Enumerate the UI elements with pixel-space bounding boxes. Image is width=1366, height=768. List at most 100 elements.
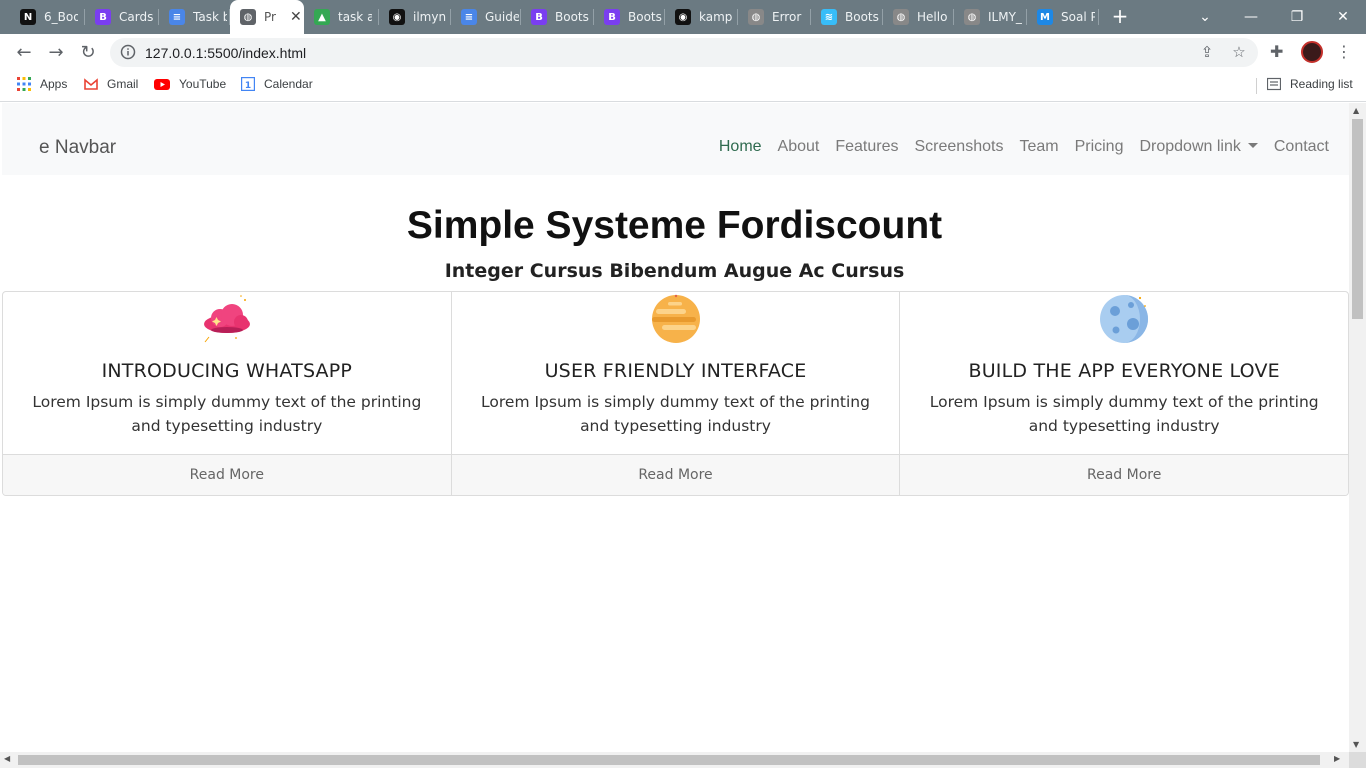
tab-title: Guide bbox=[485, 10, 519, 24]
tab-title: ILMY_ bbox=[988, 10, 1022, 24]
nav-link-features[interactable]: Features bbox=[835, 138, 898, 156]
horizontal-scroll-thumb[interactable] bbox=[18, 755, 1320, 765]
tab-title: Soal P bbox=[1061, 10, 1095, 24]
tab-favicon-icon: ≡ bbox=[169, 9, 185, 25]
browser-tab[interactable]: ◍ Error bbox=[738, 0, 811, 34]
page-viewport: e Navbar Home About Features Screenshots Tea… bbox=[0, 103, 1349, 752]
scroll-left-arrow-icon[interactable]: ◀ bbox=[4, 754, 10, 763]
bookmark-label: Gmail bbox=[107, 77, 139, 91]
nav-link-pricing[interactable]: Pricing bbox=[1075, 138, 1124, 156]
bookmark-calendar[interactable]: 1 Calendar bbox=[241, 77, 313, 91]
horizontal-scrollbar[interactable]: ◀ ▶ bbox=[0, 752, 1349, 768]
nav-link-label: Features bbox=[835, 138, 899, 155]
card-text: Lorem Ipsum is simply dummy text of the … bbox=[32, 393, 422, 435]
vertical-scrollbar[interactable]: ▲ ▼ bbox=[1349, 103, 1366, 752]
browser-tab[interactable]: ▲ task a bbox=[304, 0, 379, 34]
browser-tab[interactable]: ≡ Task b bbox=[159, 0, 230, 34]
site-info-icon[interactable] bbox=[120, 44, 136, 60]
hero-title: Simple Systeme Fordiscount bbox=[406, 204, 943, 247]
bookmark-gmail[interactable]: Gmail bbox=[84, 77, 138, 91]
bookmark-label: YouTube bbox=[179, 77, 227, 91]
nav-link-about[interactable]: About bbox=[778, 138, 820, 156]
back-button[interactable]: ← bbox=[12, 40, 36, 64]
browser-tab[interactable]: B Boots bbox=[594, 0, 665, 34]
browser-tab[interactable]: N 6_Boo bbox=[10, 0, 85, 34]
reload-button[interactable]: ↻ bbox=[76, 40, 100, 64]
browser-tab[interactable]: ◍ Hello bbox=[883, 0, 954, 34]
navbar-brand[interactable]: e Navbar bbox=[39, 137, 116, 159]
tab-favicon-icon: B bbox=[531, 9, 547, 25]
tab-title: ilmyn bbox=[413, 10, 447, 24]
nav-link-label: Screenshots bbox=[914, 138, 1004, 155]
share-icon[interactable]: ⇪ bbox=[1198, 43, 1216, 61]
tab-search-icon[interactable]: ⌄ bbox=[1182, 0, 1228, 34]
nav-link-dropdown-link[interactable]: Dropdown link bbox=[1139, 138, 1258, 156]
bookmark-youtube[interactable]: YouTube bbox=[154, 77, 226, 91]
menu-icon[interactable]: ⋮ bbox=[1336, 42, 1352, 61]
navbar-links: Home About Features Screenshots Team Pricing D… bbox=[703, 138, 1329, 156]
nav-link-contact[interactable]: Contact bbox=[1274, 138, 1329, 156]
card-text: Lorem Ipsum is simply dummy text of the … bbox=[481, 393, 870, 435]
forward-button[interactable]: → bbox=[44, 40, 68, 64]
tab-favicon-icon: ≋ bbox=[821, 9, 837, 25]
card-footer-read-more[interactable]: Read More bbox=[451, 454, 900, 495]
browser-tab[interactable]: B Cards bbox=[85, 0, 159, 34]
card-whatsapp: INTRODUCING WHATSAPP Lorem Ipsum is simp… bbox=[3, 292, 452, 495]
nav-link-label: Dropdown link bbox=[1139, 138, 1241, 155]
bookmark-apps[interactable]: Apps bbox=[17, 77, 67, 91]
profile-avatar[interactable] bbox=[1301, 41, 1323, 63]
card-text: Lorem Ipsum is simply dummy text of the … bbox=[929, 393, 1319, 435]
card-title: BUILD THE APP EVERYONE LOVE bbox=[968, 360, 1280, 382]
browser-tab[interactable]: ≡ Guide bbox=[451, 0, 521, 34]
close-tab-icon[interactable]: ✕ bbox=[290, 9, 302, 25]
scroll-right-arrow-icon[interactable]: ▶ bbox=[1334, 754, 1340, 763]
new-tab-button[interactable]: + bbox=[1109, 4, 1131, 28]
reading-list-label: Reading list bbox=[1290, 77, 1353, 91]
browser-tab[interactable]: ◉ ilmyn bbox=[379, 0, 451, 34]
pink-cloud-icon bbox=[203, 295, 250, 343]
browser-tab[interactable]: ◍ ILMY_ bbox=[954, 0, 1027, 34]
browser-tab[interactable]: M Soal P bbox=[1027, 0, 1099, 34]
restore-button[interactable]: ❐ bbox=[1274, 0, 1320, 34]
tab-favicon-icon: ◍ bbox=[240, 9, 256, 25]
scroll-up-arrow-icon[interactable]: ▲ bbox=[1353, 106, 1359, 115]
browser-tab[interactable]: ◍ Pr ✕ bbox=[230, 0, 304, 34]
svg-text:1: 1 bbox=[245, 81, 251, 91]
browser-tab[interactable]: ≋ Boots bbox=[811, 0, 883, 34]
card-title: INTRODUCING WHATSAPP bbox=[101, 360, 353, 382]
reading-list-button[interactable]: Reading list bbox=[1267, 77, 1353, 91]
card-build-app: BUILD THE APP EVERYONE LOVE Lorem Ipsum … bbox=[900, 292, 1348, 495]
blue-moon-icon bbox=[1100, 295, 1149, 343]
close-window-button[interactable]: ✕ bbox=[1320, 0, 1366, 34]
nav-link-label: Contact bbox=[1273, 138, 1329, 155]
tab-title: 6_Boo bbox=[44, 10, 78, 24]
nav-link-team[interactable]: Team bbox=[1019, 138, 1058, 156]
card-footer-read-more[interactable]: Read More bbox=[900, 454, 1348, 495]
tab-favicon-icon: ≡ bbox=[461, 9, 477, 25]
tab-favicon-icon: B bbox=[604, 9, 620, 25]
tab-title: Cards bbox=[119, 10, 153, 24]
nav-link-home[interactable]: Home bbox=[719, 138, 762, 156]
address-bar[interactable]: 127.0.0.1:5500/index.html ⇪ ☆ bbox=[110, 38, 1258, 67]
card-footer-read-more[interactable]: Read More bbox=[3, 454, 451, 495]
vertical-scroll-thumb[interactable] bbox=[1352, 119, 1363, 319]
browser-tab[interactable]: B Boots bbox=[521, 0, 594, 34]
nav-link-label: About bbox=[777, 138, 820, 155]
bookmark-label: Apps bbox=[40, 77, 68, 91]
tab-title: kamp bbox=[699, 10, 733, 24]
extensions-icon[interactable]: ✚ bbox=[1270, 42, 1283, 61]
minimize-button[interactable]: — bbox=[1228, 0, 1274, 34]
bookmark-star-icon[interactable]: ☆ bbox=[1230, 43, 1248, 61]
url-text[interactable]: 127.0.0.1:5500/index.html bbox=[145, 45, 306, 61]
reading-list-icon bbox=[1267, 77, 1281, 91]
bookmark-label: Calendar bbox=[264, 77, 313, 91]
browser-tab[interactable]: ◉ kamp bbox=[665, 0, 738, 34]
tab-favicon-icon: B bbox=[95, 9, 111, 25]
nav-link-label: Team bbox=[1019, 138, 1059, 155]
gmail-icon bbox=[84, 78, 98, 90]
scroll-down-arrow-icon[interactable]: ▼ bbox=[1353, 740, 1359, 749]
tab-favicon-icon: ◍ bbox=[964, 9, 980, 25]
tab-title: Boots bbox=[555, 10, 589, 24]
nav-link-screenshots[interactable]: Screenshots bbox=[915, 138, 1004, 156]
browser-toolbar: ← → ↻ 127.0.0.1:5500/index.html ⇪ ☆ ✚ ⋮ bbox=[0, 34, 1366, 70]
